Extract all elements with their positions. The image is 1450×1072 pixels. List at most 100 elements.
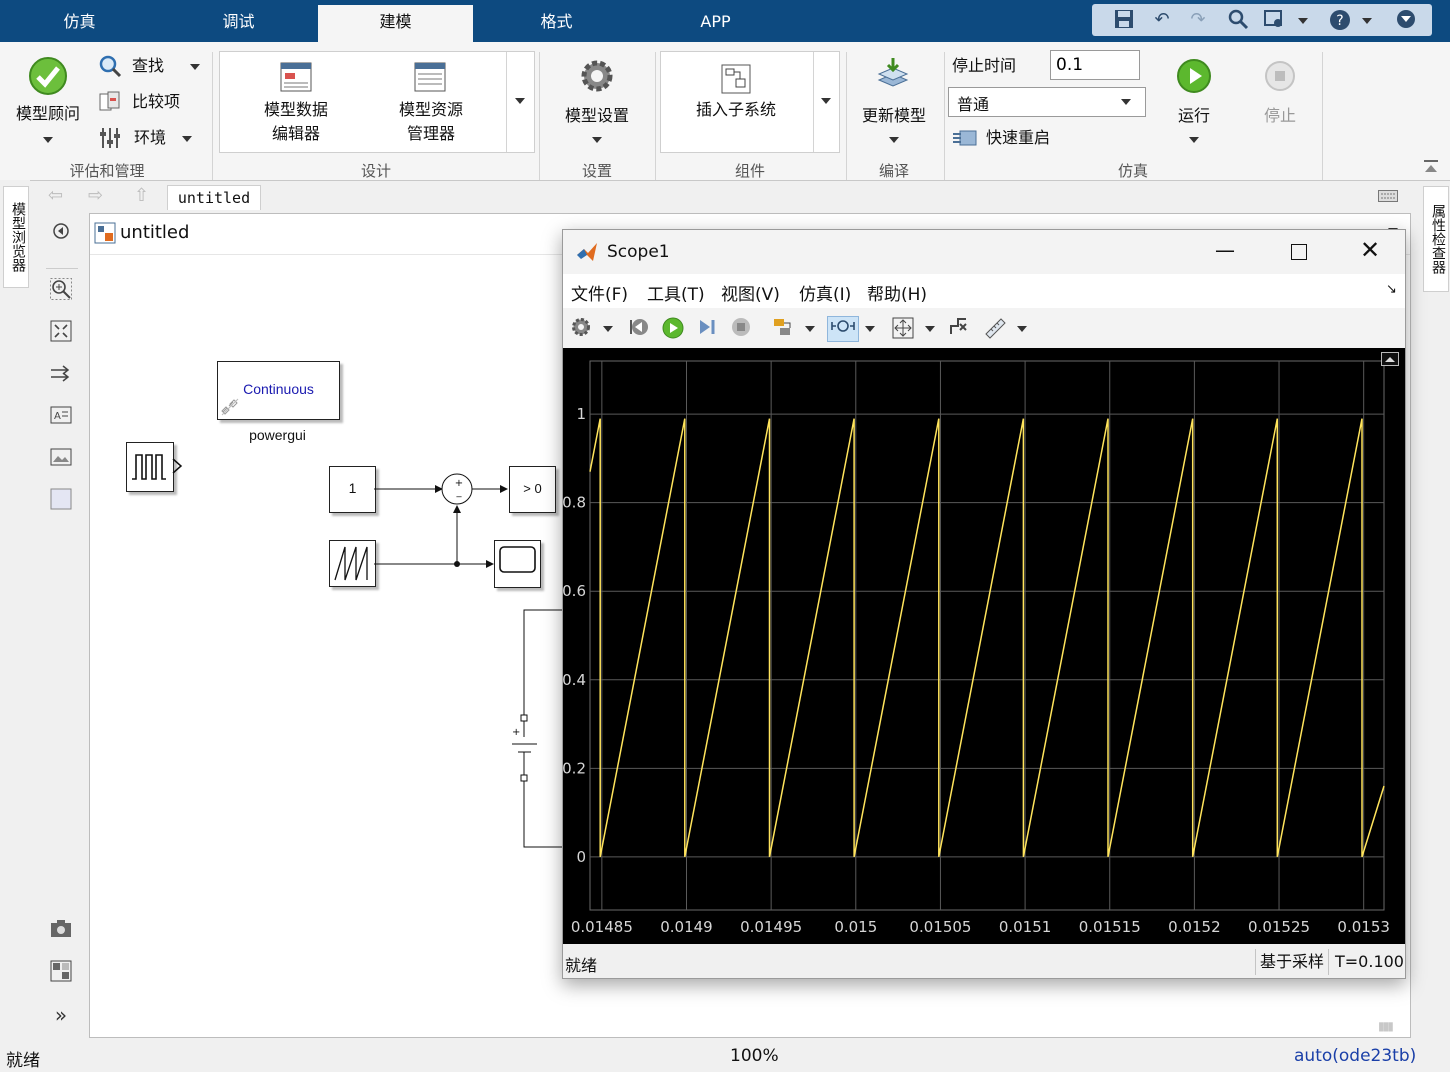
model-explorer-button[interactable]: 模型资源 管理器 (375, 98, 487, 146)
forward-icon[interactable]: ⇨ (88, 185, 103, 206)
configuration-dropdown-icon[interactable] (603, 326, 613, 332)
run-simulation-icon[interactable] (661, 316, 685, 340)
model-advisor-dropdown-icon[interactable] (43, 137, 53, 143)
find-icon[interactable] (98, 54, 122, 82)
up-icon[interactable]: ⇧ (134, 185, 149, 206)
redo-icon[interactable]: ↷ (1186, 8, 1210, 32)
measurements-ruler-icon[interactable] (983, 316, 1007, 340)
model-advisor-icon[interactable] (28, 56, 68, 100)
tab-debug[interactable]: 调试 (161, 5, 316, 42)
configuration-gear-icon[interactable] (569, 316, 593, 340)
model-settings-icon[interactable] (579, 58, 615, 98)
area-icon[interactable] (50, 488, 72, 510)
sum-signs: + _ (454, 478, 464, 498)
update-model-icon[interactable] (875, 56, 911, 96)
highlight-dropdown-icon[interactable] (805, 326, 815, 332)
update-model-button[interactable]: 更新模型 (852, 104, 936, 128)
zoom-in-icon[interactable] (50, 278, 72, 300)
image-icon[interactable] (50, 446, 72, 468)
highlight-block-icon[interactable] (771, 316, 795, 340)
compare-icon[interactable] (98, 90, 122, 118)
tab-modeling[interactable]: 建模 (318, 5, 473, 42)
resize-grip-icon[interactable]: ▮▮▮ (1378, 1019, 1394, 1033)
zoom-dropdown-icon[interactable] (865, 326, 875, 332)
search-icon[interactable] (1226, 8, 1250, 32)
minimize-icon[interactable]: — (1215, 238, 1235, 262)
model-settings-dropdown-icon[interactable] (592, 137, 602, 143)
tab-apps[interactable]: APP (638, 5, 793, 42)
hide-browser-icon[interactable] (50, 222, 72, 244)
menu-file[interactable]: 文件(F) (571, 280, 628, 305)
scope-title-bar[interactable]: Scope1 — ✕ (563, 230, 1405, 274)
annotation-icon[interactable]: A (50, 404, 72, 426)
model-data-editor-icon[interactable] (280, 62, 312, 96)
menu-view[interactable]: 视图(V) (721, 280, 780, 305)
step-forward-icon[interactable] (695, 316, 719, 340)
triggers-icon[interactable] (947, 316, 971, 340)
insert-subsystem-icon[interactable] (721, 64, 751, 98)
autoscale-icon[interactable] (891, 316, 915, 340)
measurements-dropdown-icon[interactable] (1017, 326, 1027, 332)
autoscale-dropdown-icon[interactable] (925, 326, 935, 332)
stop-icon[interactable] (1264, 60, 1296, 96)
model-data-editor-button[interactable]: 模型数据 编辑器 (240, 98, 352, 146)
model-overview-icon[interactable] (50, 960, 72, 982)
model-advisor-button[interactable]: 模型顾问 (6, 102, 90, 126)
model-settings-button[interactable]: 模型设置 (552, 104, 642, 128)
signal-lines-icon[interactable] (50, 362, 72, 384)
environment-icon[interactable] (98, 126, 122, 154)
update-model-dropdown-icon[interactable] (889, 137, 899, 143)
compare-button[interactable]: 比较项 (132, 90, 180, 114)
run-icon[interactable] (1176, 58, 1212, 98)
dock-icon[interactable]: ↘ (1386, 282, 1397, 297)
environment-dropdown-icon[interactable] (182, 136, 192, 142)
layout-dropdown-icon[interactable] (1298, 18, 1308, 24)
design-gallery-expand-icon[interactable] (515, 98, 525, 104)
menu-simulation[interactable]: 仿真(I) (799, 280, 851, 305)
solver-link[interactable]: auto(ode23tb) (1294, 1046, 1416, 1066)
save-icon[interactable] (1112, 8, 1136, 32)
model-browser-tab[interactable]: 模型浏览器 (3, 186, 29, 288)
stop-time-input[interactable] (1050, 50, 1140, 80)
run-dropdown-icon[interactable] (1189, 137, 1199, 143)
ribbon-separator (846, 52, 847, 180)
back-icon[interactable]: ⇦ (48, 185, 63, 206)
gallery-divider (813, 52, 814, 152)
sim-time-text: T=0.100 (1335, 952, 1404, 971)
run-button[interactable]: 运行 (1166, 104, 1222, 128)
camera-icon[interactable] (50, 918, 72, 940)
tab-format[interactable]: 格式 (479, 5, 634, 42)
fast-restart-button[interactable]: 快速重启 (986, 126, 1050, 150)
fast-restart-icon[interactable] (952, 128, 978, 152)
zoom-level[interactable]: 100% (730, 1046, 779, 1066)
tab-simulation[interactable]: 仿真 (2, 5, 157, 42)
fit-view-icon[interactable] (50, 320, 72, 342)
model-explorer-icon[interactable] (414, 62, 446, 96)
expand-palette-icon[interactable]: » (50, 1004, 72, 1026)
undo-icon[interactable]: ↶ (1150, 8, 1174, 32)
zoom-x-icon[interactable] (827, 316, 859, 342)
breadcrumb-model[interactable]: untitled (167, 185, 261, 210)
find-dropdown-icon[interactable] (190, 64, 200, 70)
scope-plot-area[interactable]: 0.01485 0.0149 0.01495 0.015 0.01505 0.0151 0.… (562, 348, 1405, 944)
property-inspector-tab[interactable]: 属性检查器 (1423, 186, 1449, 292)
help-icon[interactable]: ? (1328, 8, 1352, 32)
minimize-ribbon-icon[interactable] (1394, 8, 1418, 32)
layout-icon[interactable] (1262, 8, 1286, 32)
keyboard-icon[interactable] (1378, 190, 1398, 206)
environment-button[interactable]: 环境 (134, 126, 166, 150)
menu-tools[interactable]: 工具(T) (647, 280, 705, 305)
simulation-mode-select[interactable]: 普通 (948, 87, 1146, 117)
menu-help[interactable]: 帮助(H) (867, 280, 927, 305)
find-button[interactable]: 查找 (132, 54, 164, 78)
insert-subsystem-button[interactable]: 插入子系统 (671, 98, 801, 122)
stop-simulation-icon[interactable] (729, 316, 753, 340)
stop-button[interactable]: 停止 (1254, 104, 1306, 128)
step-back-icon[interactable] (627, 316, 651, 340)
close-icon[interactable]: ✕ (1360, 236, 1380, 264)
component-gallery-expand-icon[interactable] (821, 98, 831, 104)
collapse-ribbon-icon[interactable] (1422, 158, 1440, 180)
maximize-icon[interactable] (1291, 244, 1307, 260)
help-dropdown-icon[interactable] (1362, 18, 1372, 24)
undock-axes-icon[interactable] (1381, 352, 1399, 366)
